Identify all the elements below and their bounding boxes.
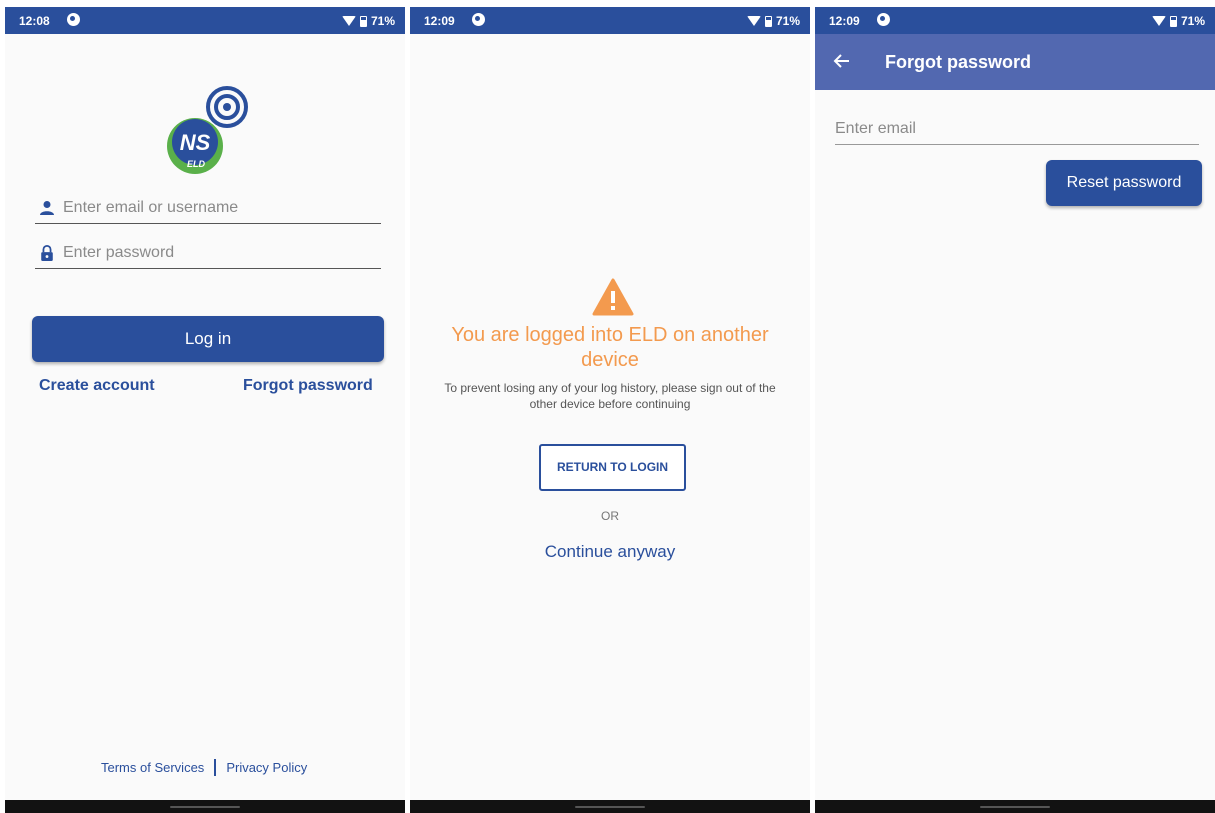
legal-footer: Terms of Services Privacy Policy [101,759,307,776]
divider [214,759,217,776]
navigation-bar [815,800,1215,813]
status-bar: 12:08 71% [5,7,405,34]
status-time: 12:09 [829,14,860,28]
wifi-icon [1151,16,1166,26]
status-icons: 71% [746,14,800,28]
email-placeholder: Enter email [835,120,916,137]
battery-icon [764,15,772,27]
status-icons: 71% [1151,14,1205,28]
email-placeholder: Enter email or username [63,199,239,216]
ns-eld-logo: NS ELD [167,86,248,174]
status-time: 12:08 [19,14,50,28]
reset-password-button[interactable]: Reset password [1046,160,1202,206]
page-title: Forgot password [885,52,1032,72]
app-bar: Forgot password [815,34,1215,90]
battery-percent: 71% [1180,14,1205,28]
email-field[interactable]: Enter email [835,117,1199,145]
status-bar: 12:09 71% [410,7,810,34]
continue-anyway-link[interactable]: Continue anyway [410,542,810,562]
status-bar: 12:09 71% [815,7,1215,34]
back-arrow-icon[interactable] [833,52,851,70]
warning-title: You are logged into ELD on another devic… [451,324,769,371]
or-divider: OR [601,509,619,523]
home-handle[interactable] [980,806,1050,808]
device-warning-screen: 12:09 71% You are logged into ELD on ano… [410,7,810,813]
login-button[interactable]: Log in [32,316,384,362]
privacy-link[interactable]: Privacy Policy [226,760,307,775]
battery-icon [359,15,367,27]
battery-icon [1169,15,1177,27]
forgot-password-link[interactable]: Forgot password [243,377,373,395]
wifi-icon [746,16,761,26]
status-icons: 71% [341,14,395,28]
navigation-bar [5,800,405,813]
home-handle[interactable] [170,806,240,808]
sync-icon [472,13,485,26]
return-to-login-button[interactable]: RETURN TO LOGIN [539,444,686,491]
lock-icon [41,245,53,261]
login-screen: 12:08 71% NS ELD Enter email or username… [5,7,405,813]
battery-percent: 71% [370,14,395,28]
person-icon [40,201,54,215]
sync-icon [877,13,890,26]
create-account-link[interactable]: Create account [39,377,155,395]
sync-icon [67,13,80,26]
home-handle[interactable] [575,806,645,808]
password-placeholder: Enter password [63,244,175,261]
status-time: 12:09 [424,14,455,28]
navigation-bar [410,800,810,813]
svg-text:ELD: ELD [187,159,206,169]
svg-text:NS: NS [180,130,211,155]
forgot-password-screen: 12:09 71% Forgot password Enter email Re… [815,7,1215,813]
password-field[interactable]: Enter password [35,241,381,269]
email-username-field[interactable]: Enter email or username [35,196,381,224]
battery-percent: 71% [775,14,800,28]
warning-icon [592,278,634,316]
warning-message: To prevent losing any of your log histor… [444,381,776,411]
terms-link[interactable]: Terms of Services [101,760,204,775]
wifi-icon [341,16,356,26]
